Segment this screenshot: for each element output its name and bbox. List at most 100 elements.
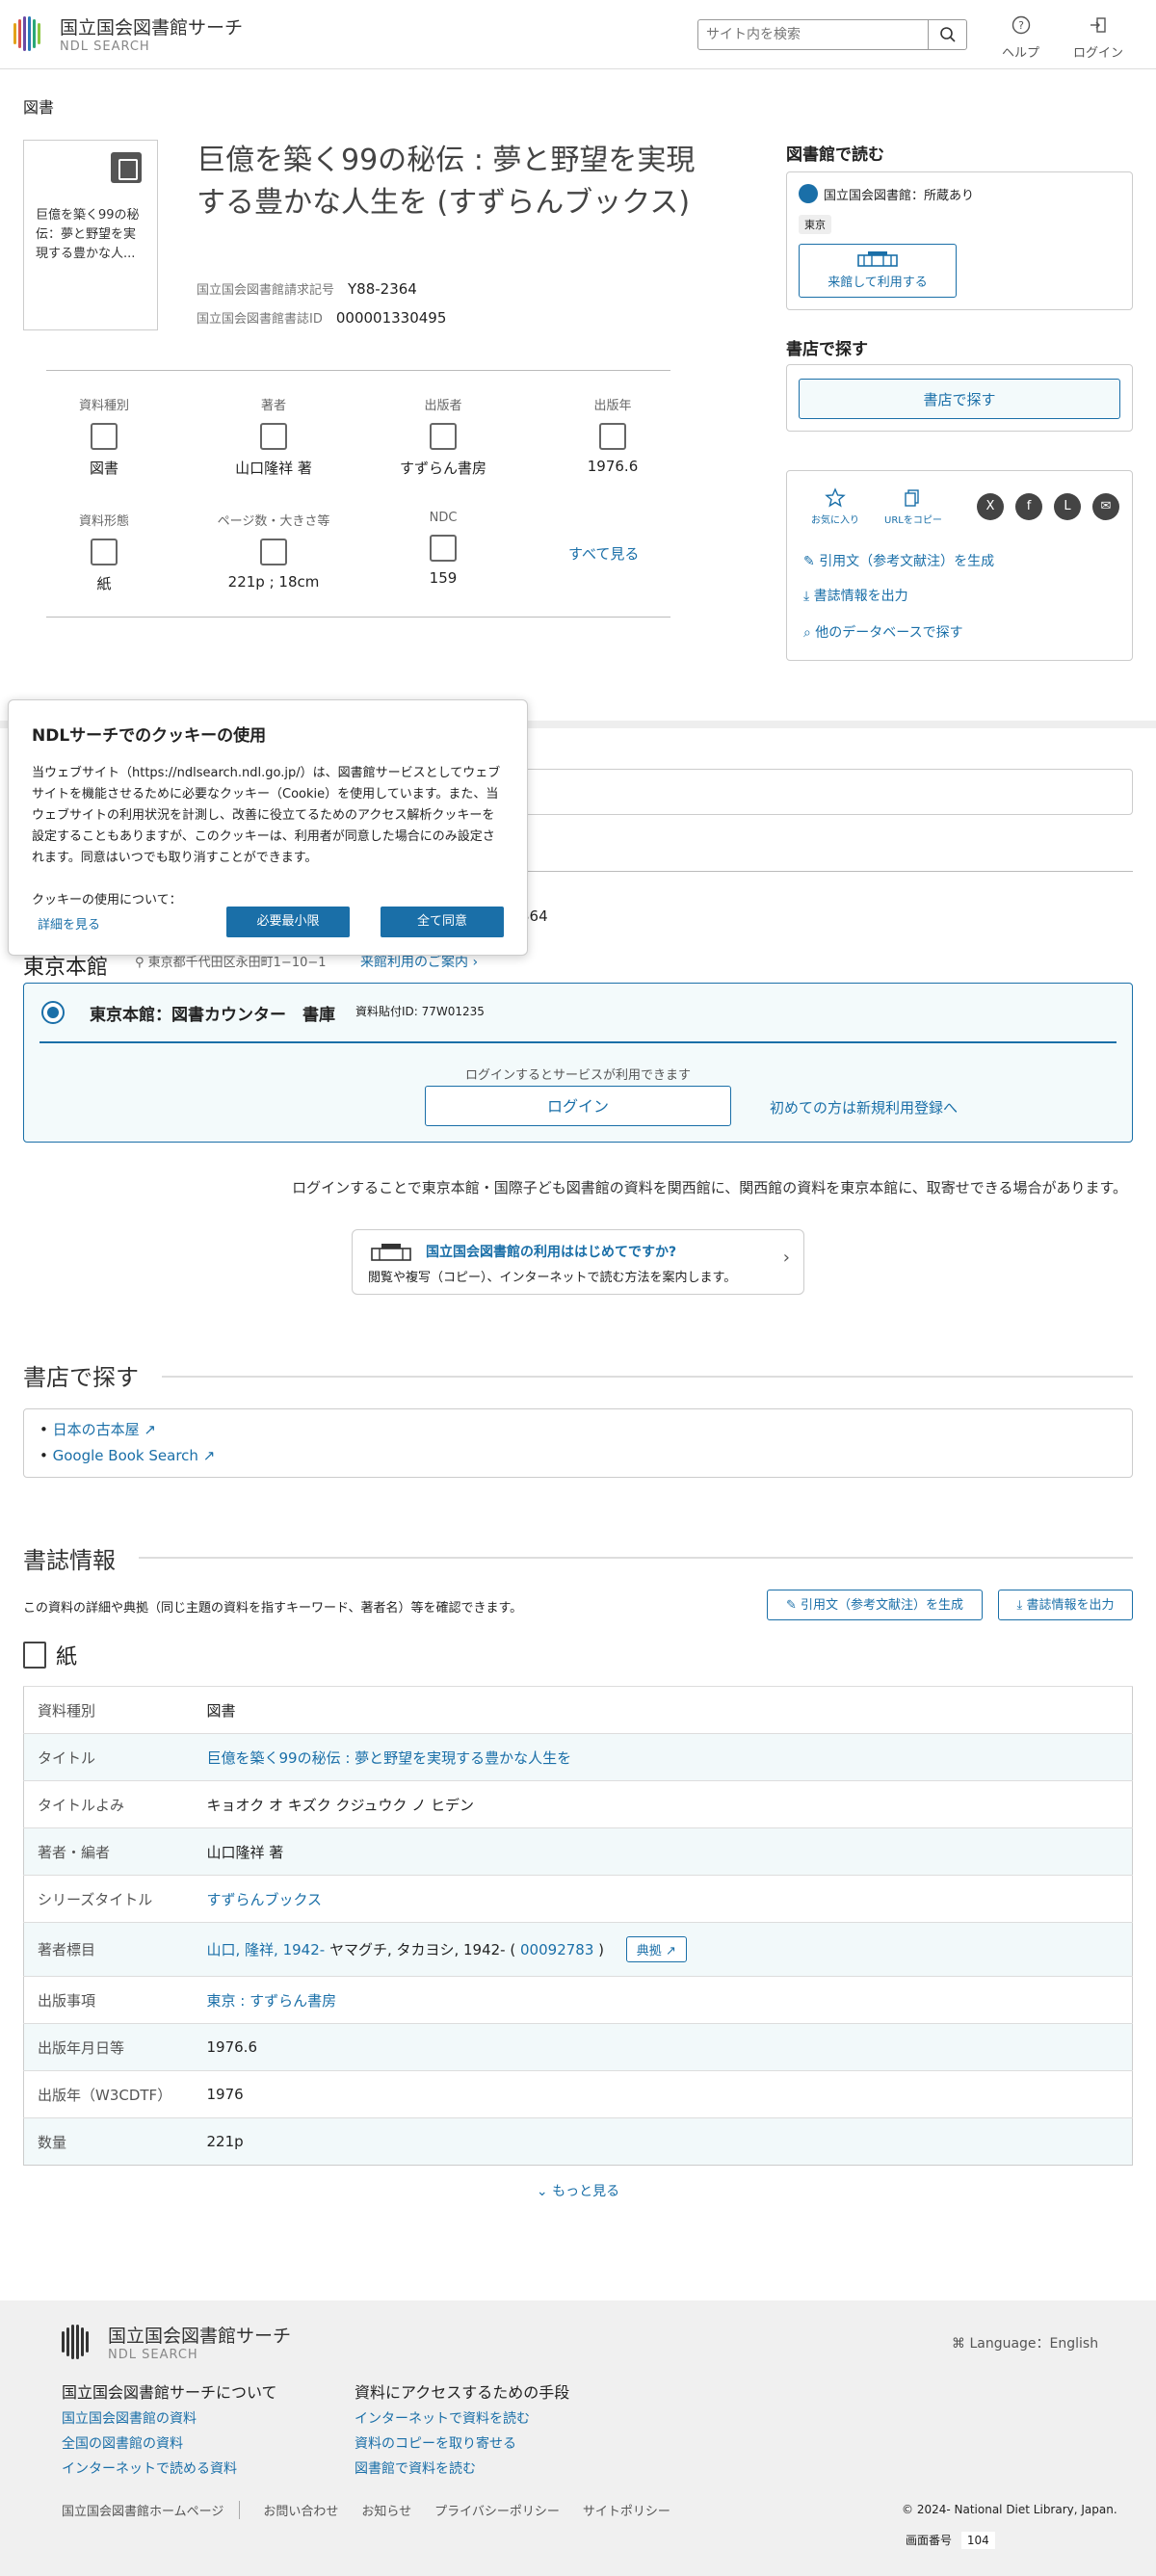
- footer-bottom-link[interactable]: サイトポリシー: [583, 2501, 670, 2519]
- cookie-body: 当ウェブサイト（https://ndlsearch.ndl.go.jp/）は、図…: [32, 766, 501, 865]
- chevron-right-icon: ›: [782, 1248, 790, 1268]
- divider: [46, 617, 670, 618]
- copy-url-button[interactable]: URLをコピー: [884, 487, 942, 526]
- read-at-library-heading: 図書館で読む: [786, 145, 884, 165]
- holding-location: 東京本館：図書カウンター 書庫: [90, 1006, 335, 1025]
- call-number-row: 国立国会図書館請求記号 Y88-2364: [197, 279, 417, 299]
- logo-title: 国立国会図書館サーチ: [60, 17, 244, 39]
- thumbnail-title: 巨億を築く99の秘伝：夢と野望を実現する豊かな人...: [36, 208, 140, 261]
- quote-icon: ✎: [785, 1598, 801, 1613]
- call-number: Y88-2364: [348, 279, 417, 298]
- bookstore-box: 書店で探す: [786, 364, 1133, 432]
- search-icon: ⌕: [803, 625, 816, 641]
- copy-icon: [905, 489, 919, 507]
- site-footer: 国立国会図書館サーチ NDL SEARCH ⌘ Language：English…: [0, 2300, 1156, 2576]
- google-books-link[interactable]: Google Book Search: [53, 1447, 198, 1464]
- author-heading-link[interactable]: 山口, 隆祥, 1942-: [207, 1941, 326, 1958]
- language-icon: ⌘: [952, 2336, 970, 2352]
- biblio-table: 資料種別 図書 タイトル 巨億を築く99の秘伝 : 夢と野望を実現する豊かな人生を …: [23, 1686, 1133, 2166]
- footer-bottom-link[interactable]: お知らせ: [361, 2501, 411, 2519]
- author-id-link[interactable]: 00092783: [520, 1941, 593, 1958]
- holding-card: 東京本館：図書カウンター 書庫 資料貼付ID: 77W01235 ログインすると…: [23, 983, 1133, 1143]
- footer-link[interactable]: 国立国会図書館の資料: [62, 2408, 197, 2428]
- register-link[interactable]: 初めての方は新規利用登録へ: [770, 1097, 958, 1117]
- biblio-desc: この資料の詳細や典拠（同じ主題の資料を指すキーワード、著者名）等を確認できます。: [23, 1601, 523, 1616]
- footer-bottom-link[interactable]: 国立国会図書館ホームページ: [62, 2501, 241, 2519]
- export-button[interactable]: ⤓ 書誌情報を出力: [998, 1590, 1133, 1620]
- search-input[interactable]: [698, 20, 928, 49]
- first-time-card[interactable]: 国立国会図書館の利用ははじめてですか? 閲覧や複写（コピー）、インターネットで読…: [352, 1229, 804, 1295]
- footer-link[interactable]: インターネットで読める資料: [62, 2458, 237, 2478]
- list-item: • Google Book Search ↗: [39, 1447, 216, 1464]
- login-button[interactable]: ログイン: [425, 1086, 731, 1126]
- footer-access-heading: 資料にアクセスするための手段: [355, 2383, 570, 2402]
- mail-share-icon[interactable]: ✉: [1092, 493, 1119, 520]
- attr-ndc: NDC 159: [429, 511, 458, 587]
- paper-icon: [23, 1642, 46, 1669]
- authority-button[interactable]: 典拠 ↗: [625, 1936, 687, 1962]
- download-icon: ⤓: [803, 589, 814, 604]
- table-row: 数量 221p: [23, 2117, 1133, 2166]
- x-share-icon[interactable]: X: [977, 493, 1004, 520]
- quote-icon: ✎: [803, 554, 820, 569]
- footer-link[interactable]: インターネットで資料を読む: [355, 2408, 530, 2428]
- table-row: 出版年月日等 1976.6: [23, 2023, 1133, 2071]
- other-db-link[interactable]: ⌕ 他のデータベースで探す: [803, 622, 963, 642]
- footer-bottom-links: 国立国会図書館ホームページ お問い合わせ お知らせ プライバシーポリシー サイト…: [62, 2501, 670, 2519]
- see-all-link[interactable]: すべて見る: [568, 543, 639, 564]
- table-row: 著者標目 山口, 隆祥, 1942- ヤマグチ, タカヨシ, 1942- ( 0…: [23, 1922, 1133, 1977]
- logo-subtitle: NDL SEARCH: [60, 39, 150, 54]
- site-logo[interactable]: 国立国会図書館サーチ NDL SEARCH: [13, 13, 243, 54]
- favorite-button[interactable]: お気に入り: [811, 487, 859, 526]
- visit-library-button[interactable]: 来館して利用する: [799, 244, 957, 298]
- heading-rule: [139, 1557, 1133, 1559]
- list-item: • 日本の古本屋 ↗: [39, 1421, 156, 1438]
- footer-link[interactable]: 全国の図書館の資料: [62, 2433, 183, 2453]
- cookie-accept-button[interactable]: 全て同意: [381, 907, 504, 937]
- first-time-desc: 閲覧や複写（コピー）、インターネットで読む方法を案内します。: [368, 1271, 737, 1285]
- publisher-link[interactable]: 東京 : すずらん書房: [207, 1992, 337, 2010]
- cookie-details-link[interactable]: 詳細を見る: [38, 914, 100, 933]
- line-share-icon[interactable]: L: [1054, 493, 1081, 520]
- footer-link[interactable]: 資料のコピーを取り寄せる: [355, 2433, 516, 2453]
- kosho-link[interactable]: 日本の古本屋: [53, 1421, 140, 1438]
- footer-logo-icon: [62, 2323, 100, 2361]
- page-title: 巨億を築く99の秘伝 : 夢と野望を実現する豊かな人生を (すずらんブックス): [197, 144, 696, 220]
- book-thumbnail: 巨億を築く99の秘伝：夢と野望を実現する豊かな人...: [23, 140, 158, 330]
- cite-button[interactable]: ✎ 引用文（参考文献注）を生成: [767, 1590, 983, 1620]
- building-icon: [857, 251, 898, 267]
- cookie-minimal-button[interactable]: 必要最小限: [226, 907, 350, 937]
- footer-about-heading: 国立国会図書館サーチについて: [62, 2383, 277, 2402]
- cite-link[interactable]: ✎ 引用文（参考文献注）を生成: [803, 551, 994, 570]
- logo-mark-icon: [13, 14, 52, 53]
- heading-rule: [162, 1376, 1133, 1378]
- screen-number: 画面番号 104: [906, 2532, 995, 2549]
- show-more-button[interactable]: ⌄ もっと見る: [0, 2181, 1156, 2200]
- holding-radio[interactable]: [41, 1001, 65, 1024]
- login-header-button[interactable]: ログイン: [1073, 15, 1123, 61]
- help-icon: ?: [1012, 15, 1030, 35]
- search-button[interactable]: [928, 20, 966, 49]
- external-link-icon: ↗: [144, 1421, 156, 1438]
- title-link[interactable]: 巨億を築く99の秘伝 : 夢と野望を実現する豊かな人生を: [207, 1749, 572, 1767]
- item-id: 資料貼付ID: 77W01235: [355, 1005, 485, 1018]
- search-bookstore-button[interactable]: 書店で探す: [799, 379, 1120, 419]
- cookie-dialog: NDLサーチでのクッキーの使用 当ウェブサイト（https://ndlsearc…: [8, 699, 528, 956]
- ndc-icon: [430, 535, 457, 562]
- help-button[interactable]: ? ヘルプ: [1002, 15, 1039, 61]
- language-switch[interactable]: ⌘ Language：English: [952, 2333, 1098, 2353]
- attr-format: 資料形態 紙: [78, 514, 129, 592]
- footer-link[interactable]: 図書館で資料を読む: [355, 2458, 476, 2478]
- footer-bottom-link[interactable]: お問い合わせ: [263, 2501, 338, 2519]
- facebook-share-icon[interactable]: f: [1015, 493, 1042, 520]
- series-link[interactable]: すずらんブックス: [207, 1891, 323, 1908]
- ndl-library-icon: [799, 184, 818, 203]
- export-link[interactable]: ⤓ 書誌情報を出力: [803, 586, 908, 605]
- holding-status: 国立国会図書館：所蔵あり: [824, 188, 975, 203]
- footer-logo[interactable]: 国立国会図書館サーチ NDL SEARCH: [62, 2322, 291, 2362]
- ruler-icon: [260, 539, 287, 565]
- download-icon: ⤓: [1016, 1598, 1027, 1613]
- footer-bottom-link[interactable]: プライバシーポリシー: [434, 2501, 560, 2519]
- table-row: 出版年（W3CDTF） 1976: [23, 2070, 1133, 2118]
- table-row: タイトル 巨億を築く99の秘伝 : 夢と野望を実現する豊かな人生を: [23, 1733, 1133, 1781]
